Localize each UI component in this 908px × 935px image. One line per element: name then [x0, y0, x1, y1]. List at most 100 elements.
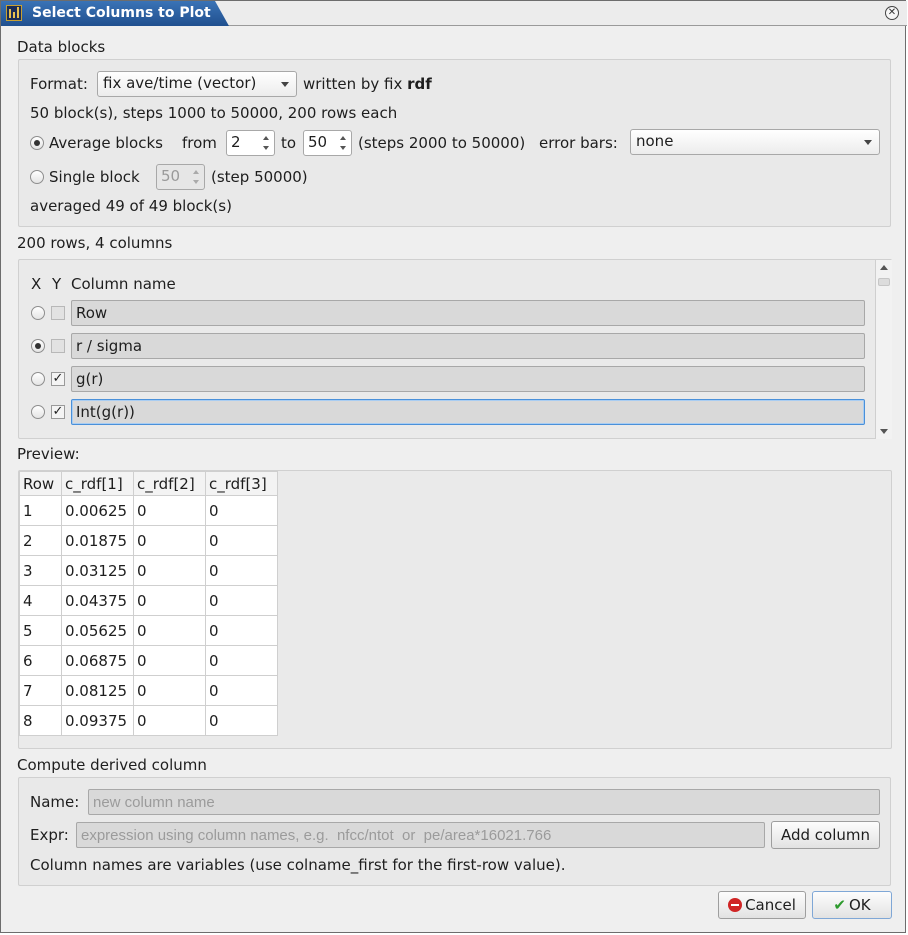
- expr-label: Expr:: [30, 826, 69, 844]
- written-by-label: written by fix rdf: [303, 75, 432, 93]
- table-cell: 0: [205, 645, 278, 676]
- from-value: 2: [231, 133, 241, 151]
- add-column-button[interactable]: Add column: [771, 821, 880, 849]
- title-bar[interactable]: Select Columns to Plot ✕: [1, 1, 907, 26]
- table-cell: 2: [19, 525, 62, 556]
- x-radio-r-sigma[interactable]: [31, 339, 45, 353]
- table-cell: 6: [19, 645, 62, 676]
- table-cell: 0: [133, 675, 206, 706]
- y-checkbox-r-sigma[interactable]: [51, 339, 65, 353]
- chevron-down-icon: [864, 140, 872, 145]
- cancel-label: Cancel: [745, 896, 796, 914]
- table-cell: 0: [205, 585, 278, 616]
- table-cell: 0.09375: [61, 705, 134, 736]
- format-combo[interactable]: fix ave/time (vector): [97, 71, 297, 97]
- table-row: 2 0.01875 0 0: [19, 525, 278, 556]
- cancel-button[interactable]: Cancel: [718, 891, 806, 919]
- app-icon: [6, 5, 22, 21]
- column-name-field[interactable]: Row: [71, 300, 865, 326]
- table-row: 1 0.00625 0 0: [19, 495, 278, 526]
- window-title: Select Columns to Plot: [32, 5, 211, 21]
- column-name-field[interactable]: r / sigma: [71, 333, 865, 359]
- x-radio-int-g-r[interactable]: [31, 405, 45, 419]
- table-cell: 8: [19, 705, 62, 736]
- column-name-field[interactable]: g(r): [71, 366, 865, 392]
- spin-arrows-icon[interactable]: [261, 133, 272, 153]
- select-columns-dialog: Select Columns to Plot ✕ Data blocks For…: [0, 0, 907, 933]
- chevron-down-icon: [281, 82, 289, 87]
- table-cell: 0: [205, 495, 278, 526]
- table-cell: 0: [133, 705, 206, 736]
- table-cell: 4: [19, 585, 62, 616]
- y-checkbox-int-g-r[interactable]: ✓: [51, 405, 65, 419]
- checkmark-icon: ✔: [833, 896, 846, 914]
- average-blocks-radio[interactable]: [30, 136, 44, 150]
- steps-range: (steps 2000 to 50000): [358, 134, 526, 152]
- table-cell: 0.05625: [61, 615, 134, 646]
- new-column-name-input[interactable]: [88, 789, 880, 815]
- format-value: fix ave/time (vector): [103, 74, 257, 92]
- blocks-summary: 50 block(s), steps 1000 to 50000, 200 ro…: [30, 104, 398, 122]
- written-by-name: rdf: [407, 75, 432, 93]
- from-spinbox[interactable]: 2: [226, 130, 275, 156]
- column-header-y: Y: [52, 275, 62, 293]
- error-bars-label: error bars:: [539, 134, 618, 152]
- single-block-radio[interactable]: [30, 170, 44, 184]
- table-row: 3 0.03125 0 0: [19, 555, 278, 586]
- preview-heading: Preview:: [17, 445, 80, 463]
- table-cell: 0.08125: [61, 675, 134, 706]
- written-by-prefix: written by fix: [303, 75, 403, 93]
- table-cell: 0: [205, 675, 278, 706]
- name-label: Name:: [30, 793, 80, 811]
- table-cell: 0: [133, 555, 206, 586]
- from-label: from: [182, 134, 217, 152]
- scroll-down-icon[interactable]: [876, 423, 892, 439]
- preview-table: Row c_rdf[1] c_rdf[2] c_rdf[3] 1 0.00625 0…: [19, 471, 278, 736]
- ok-button[interactable]: ✔ OK: [812, 891, 892, 919]
- spin-arrows-icon[interactable]: [338, 133, 349, 153]
- single-block-step: (step 50000): [211, 168, 308, 186]
- to-spinbox[interactable]: 50: [303, 130, 352, 156]
- columns-scrollbar[interactable]: [875, 260, 892, 439]
- table-row: 5 0.05625 0 0: [19, 615, 278, 646]
- table-cell: 0: [205, 525, 278, 556]
- table-cell: 0: [133, 645, 206, 676]
- table-row: 6 0.06875 0 0: [19, 645, 278, 676]
- table-cell: 1: [19, 495, 62, 526]
- table-cell: 5: [19, 615, 62, 646]
- spin-arrows-icon: [191, 167, 202, 187]
- error-bars-value: none: [636, 132, 674, 150]
- to-value: 50: [308, 133, 328, 151]
- ok-label: OK: [848, 896, 871, 914]
- table-cell: 0: [205, 615, 278, 646]
- table-cell: 0: [133, 495, 206, 526]
- cancel-icon: [728, 898, 743, 912]
- y-checkbox-row[interactable]: [51, 306, 65, 320]
- derived-hint: Column names are variables (use colname_…: [30, 856, 566, 874]
- table-header: c_rdf[3]: [205, 471, 278, 496]
- table-header: c_rdf[1]: [61, 471, 134, 496]
- x-radio-g-r[interactable]: [31, 372, 45, 386]
- table-header: Row: [19, 471, 62, 496]
- table-cell: 0.06875: [61, 645, 134, 676]
- to-label: to: [281, 134, 297, 152]
- column-name-field[interactable]: Int(g(r)): [71, 399, 865, 425]
- average-blocks-label: Average blocks: [49, 134, 163, 152]
- scroll-thumb[interactable]: [878, 278, 890, 286]
- table-cell: 0.04375: [61, 585, 134, 616]
- table-cell: 7: [19, 675, 62, 706]
- format-label: Format:: [30, 75, 88, 93]
- scroll-up-icon[interactable]: [876, 260, 892, 276]
- data-blocks-heading: Data blocks: [17, 38, 106, 56]
- table-row: 8 0.09375 0 0: [19, 705, 278, 736]
- columns-summary: 200 rows, 4 columns: [17, 234, 173, 252]
- close-icon[interactable]: ✕: [885, 6, 899, 20]
- derived-heading: Compute derived column: [17, 756, 207, 774]
- column-header-x: X: [31, 275, 42, 293]
- error-bars-combo[interactable]: none: [630, 129, 880, 155]
- table-header-row: Row c_rdf[1] c_rdf[2] c_rdf[3]: [19, 471, 278, 496]
- expression-input[interactable]: [76, 822, 765, 848]
- single-block-spinbox[interactable]: 50: [156, 164, 205, 190]
- x-radio-row[interactable]: [31, 306, 45, 320]
- y-checkbox-g-r[interactable]: ✓: [51, 372, 65, 386]
